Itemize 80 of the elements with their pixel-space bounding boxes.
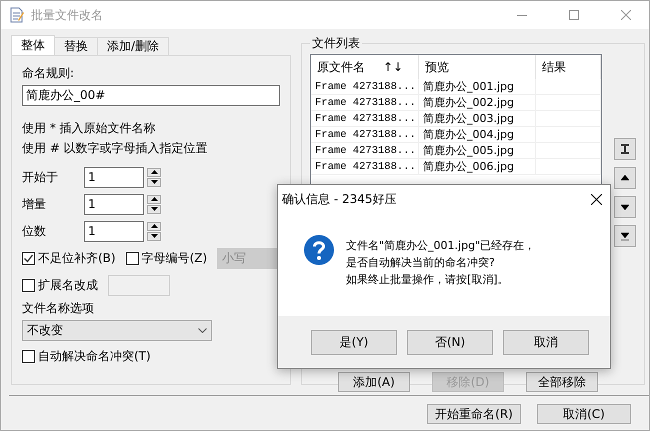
table-cell: 简鹿办公_001.jpg bbox=[419, 79, 536, 94]
sort-indicator[interactable]: ↑↓ bbox=[383, 60, 404, 74]
column-header[interactable]: 原文件名 ↑↓ bbox=[311, 55, 419, 79]
table-cell: 简鹿办公_006.jpg bbox=[419, 159, 536, 174]
move-down-icon bbox=[620, 202, 630, 212]
number-field[interactable]: 1 bbox=[84, 166, 144, 188]
group-title: 文件列表 bbox=[311, 35, 361, 52]
dialog-message: 文件名"简鹿办公_001.jpg"已经存在， bbox=[346, 238, 536, 253]
table-cell: Frame 4273188... bbox=[311, 79, 419, 94]
dialog-button[interactable]: 取消 bbox=[503, 330, 589, 354]
window-title: 批量文件改名 bbox=[31, 6, 104, 24]
dialog-message: 是否自动解决当前的命名冲突? bbox=[346, 255, 496, 270]
triangle-up-icon bbox=[150, 224, 158, 228]
table-cell: Frame 4273188... bbox=[311, 159, 419, 174]
close-icon[interactable] bbox=[591, 194, 602, 204]
checkbox[interactable] bbox=[126, 252, 139, 264]
spin-up-button[interactable] bbox=[147, 222, 161, 230]
spin-down-button[interactable] bbox=[147, 204, 161, 214]
naming-rule-field[interactable]: 简鹿办公_00# bbox=[22, 85, 280, 106]
move-up-button[interactable] bbox=[614, 167, 636, 189]
spinner-label: 位数 bbox=[22, 222, 47, 240]
filename-option-dropdown[interactable]: 不改变 bbox=[22, 320, 212, 341]
checkbox-label: 字母编号(Z) bbox=[142, 250, 208, 266]
column-header[interactable]: 结果 bbox=[536, 55, 601, 79]
spin-up-button[interactable] bbox=[147, 194, 161, 204]
triangle-up-icon bbox=[150, 170, 158, 174]
tab[interactable]: 添加/删除 bbox=[97, 37, 170, 55]
dialog-button[interactable]: 是(Y) bbox=[311, 330, 397, 354]
column-header[interactable]: 预览 bbox=[419, 55, 536, 79]
start-rename-button[interactable]: 开始重命名(R) bbox=[427, 404, 521, 424]
table-cell: 简鹿办公_002.jpg bbox=[419, 95, 536, 110]
cancel-button[interactable]: 取消(C) bbox=[537, 404, 631, 424]
number-field[interactable]: 1 bbox=[84, 220, 144, 242]
move-to-top-icon bbox=[620, 144, 630, 154]
dialog-message: 如果终止批量操作，请按[取消]。 bbox=[346, 272, 510, 287]
triangle-up-icon bbox=[150, 197, 158, 201]
list-button[interactable]: 全部移除 bbox=[526, 372, 598, 392]
maximize-icon bbox=[569, 10, 579, 20]
table-cell: Frame 4273188... bbox=[311, 127, 419, 142]
move-to-top-button[interactable] bbox=[614, 138, 636, 160]
table-cell: 简鹿办公_004.jpg bbox=[419, 127, 536, 142]
question-icon bbox=[304, 235, 334, 265]
checkbox-label: 不足位补齐(B) bbox=[38, 250, 116, 266]
spinner-label: 开始于 bbox=[22, 168, 59, 186]
move-up-icon bbox=[620, 173, 630, 183]
checkbox-label: 自动解决命名冲突(T) bbox=[38, 348, 151, 364]
spin-down-button[interactable] bbox=[147, 178, 161, 186]
spinner-label: 增量 bbox=[22, 196, 47, 212]
field-label: 文件名称选项 bbox=[22, 300, 95, 317]
tab[interactable]: 整体 bbox=[11, 35, 55, 55]
dialog-title: 确认信息 - 2345好压 bbox=[282, 190, 396, 208]
close-icon bbox=[621, 10, 631, 20]
dialog-button[interactable]: 否(N) bbox=[407, 330, 493, 354]
number-field[interactable]: 1 bbox=[84, 194, 144, 214]
hint-text: 使用 * 插入原始文件名称 bbox=[22, 120, 157, 137]
table-cell: 简鹿办公_003.jpg bbox=[419, 111, 536, 126]
hint-text: 使用 # 以数字或字母插入指定位置 bbox=[22, 140, 209, 157]
table-cell: Frame 4273188... bbox=[311, 111, 419, 126]
field-label: 命名规则: bbox=[22, 65, 76, 82]
triangle-down-icon bbox=[150, 207, 158, 211]
chevron-down-icon bbox=[198, 328, 207, 333]
checkbox[interactable] bbox=[22, 350, 35, 362]
spin-down-button[interactable] bbox=[147, 232, 161, 240]
table-cell: 简鹿办公_005.jpg bbox=[419, 143, 536, 158]
tab[interactable]: 替换 bbox=[54, 37, 98, 55]
triangle-down-icon bbox=[150, 234, 158, 238]
move-to-bottom-button[interactable] bbox=[614, 225, 636, 247]
extension-field[interactable] bbox=[108, 274, 170, 296]
list-button[interactable]: 添加(A) bbox=[338, 372, 410, 392]
checkbox[interactable] bbox=[22, 278, 35, 292]
table-cell: Frame 4273188... bbox=[311, 95, 419, 110]
checkbox-label: 扩展名改成 bbox=[38, 276, 98, 294]
move-down-button[interactable] bbox=[614, 196, 636, 218]
triangle-down-icon bbox=[150, 180, 158, 184]
table-cell: Frame 4273188... bbox=[311, 143, 419, 158]
checkbox[interactable] bbox=[22, 252, 35, 264]
document-icon bbox=[9, 7, 25, 23]
minimize-icon bbox=[517, 14, 527, 16]
move-to-bottom-icon bbox=[620, 231, 630, 241]
spin-up-button[interactable] bbox=[147, 168, 161, 176]
